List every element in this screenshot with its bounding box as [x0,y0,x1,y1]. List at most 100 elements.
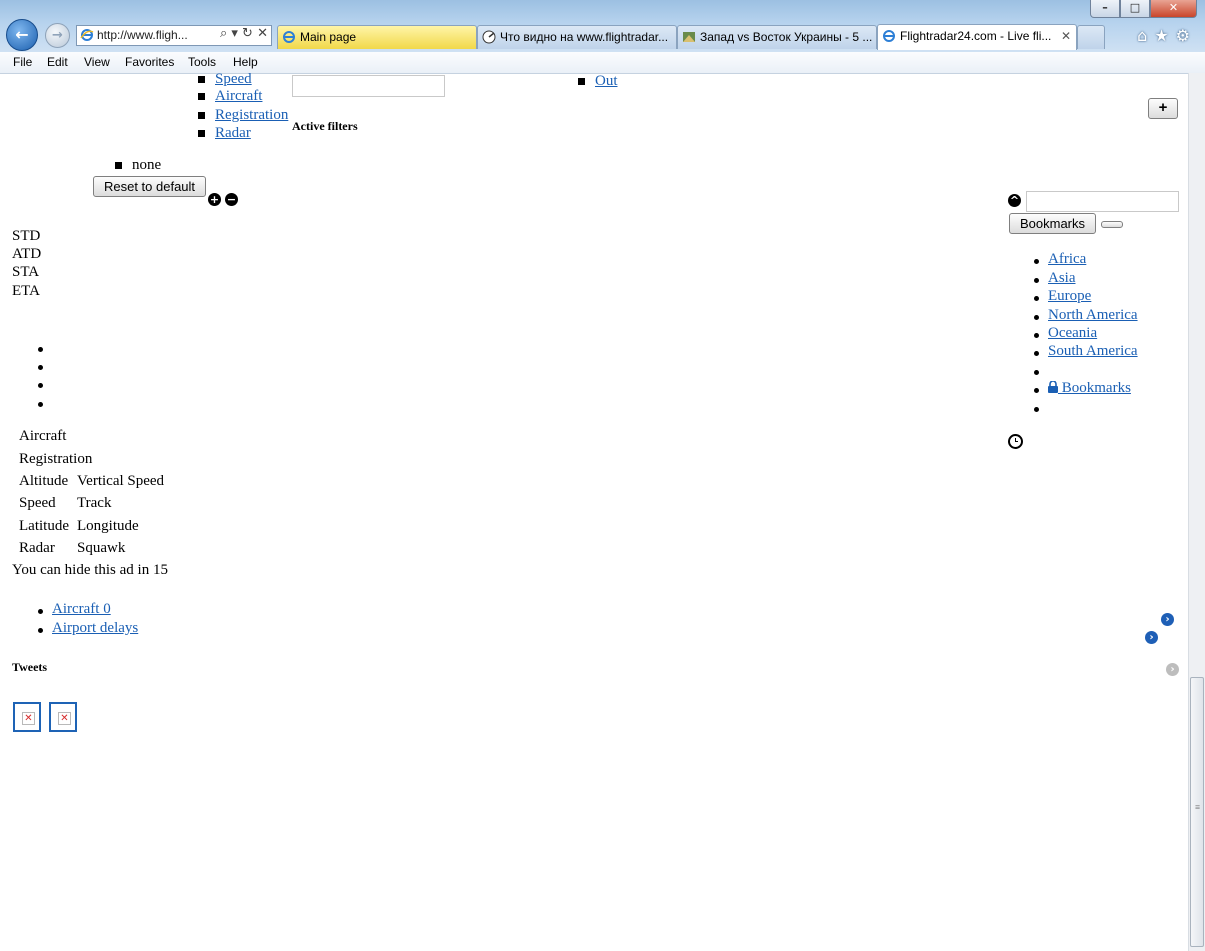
region-link-north-america[interactable]: North America [1048,307,1138,324]
menu-edit[interactable]: Edit [47,55,68,69]
region-link-africa[interactable]: Africa [1048,251,1086,268]
broken-image-icon: ✕ [58,712,71,725]
tab-close-icon[interactable]: ✕ [1061,25,1071,48]
locked-bookmarks-link[interactable]: Bookmarks [1048,380,1131,397]
address-bar[interactable]: http://www.fligh... ⌕ ▾ ↻ ✕ [76,25,272,46]
out-link[interactable]: Out [595,73,618,89]
chevron-right-disabled-icon[interactable]: › [1166,663,1179,676]
filter-link-radar[interactable]: Radar [215,125,251,141]
vertical-scrollbar[interactable]: ≡ [1188,73,1205,951]
tab-ukraine-article[interactable]: Запад vs Восток Украины - 5 ... [677,25,877,49]
empty-list-item [38,341,43,358]
field-squawk-label: Squawk [77,540,126,556]
filter-item-speed: Speed [198,71,252,88]
menu-file[interactable]: File [13,55,32,69]
broken-image-icon: ✕ [22,712,35,725]
scrollbar-thumb[interactable]: ≡ [1190,677,1204,947]
browser-toolbar-icons: ⌂★⚙ [1137,26,1197,45]
region-link-asia[interactable]: Asia [1048,270,1076,287]
aircraft-count-link[interactable]: Aircraft 0 [52,601,111,618]
label-std: STD [12,228,41,244]
region-link-europe[interactable]: Europe [1048,288,1091,305]
broken-image[interactable]: ✕ [49,702,77,732]
region-link-south-america[interactable]: South America [1048,343,1138,360]
menu-favorites[interactable]: Favorites [125,55,174,69]
browser-chrome: – □ ✕ ← → http://www.fligh... ⌕ ▾ ↻ ✕ Ma… [0,0,1205,53]
empty-list-item [38,359,43,376]
settings-gear-icon[interactable]: ⚙ [1176,26,1197,45]
back-button[interactable]: ← [6,19,38,51]
menu-tools[interactable]: Tools [188,55,216,69]
lock-icon [1048,380,1058,393]
field-speed-label: Speed [19,495,56,511]
field-altitude-label: Altitude [19,473,69,489]
field-vertical-speed-label: Vertical Speed [77,473,165,489]
collapse-up-icon[interactable]: ^ [1008,194,1021,207]
close-window-button[interactable]: ✕ [1150,0,1197,18]
field-longitude-label: Longitude [77,518,139,534]
minimize-button[interactable]: – [1090,0,1120,18]
filter-item-aircraft: Aircraft [198,88,262,105]
zoom-out-icon[interactable]: − [225,193,238,206]
field-aircraft-label: Aircraft [19,428,67,444]
field-registration-label: Registration [19,451,93,467]
forward-button[interactable]: → [45,23,70,48]
ie-page-icon [883,29,895,42]
out-item: Out [578,73,618,90]
plus-icon: + [1158,99,1168,116]
back-arrow-icon: ← [15,25,29,44]
bookmarks-button[interactable]: Bookmarks [1009,213,1096,234]
scrollbar-grip-icon: ≡ [1195,802,1201,812]
tab-main-page[interactable]: Main page [277,25,477,49]
field-latitude-label: Latitude [19,518,69,534]
address-tools: ⌕ ▾ ↻ ✕ [220,26,268,41]
filter-search-input[interactable] [292,75,445,97]
bookmarks-search-input[interactable] [1026,191,1179,212]
menu-view[interactable]: View [84,55,110,69]
search-icon[interactable]: ⌕ [220,26,227,41]
filter-link-aircraft[interactable]: Aircraft [215,88,262,104]
radar-page-icon [482,30,496,44]
active-filters-heading: Active filters [292,119,358,133]
empty-list-item [38,377,43,394]
map-page-icon [683,31,695,42]
zoom-in-icon[interactable]: + [208,193,221,206]
forward-arrow-icon: → [52,28,63,43]
chevron-right-icon[interactable]: › [1145,631,1158,644]
tweets-heading: Tweets [12,660,48,674]
ad-countdown-notice: You can hide this ad in 15 [12,562,168,578]
stop-icon[interactable]: ✕ [257,26,268,41]
field-radar-label: Radar [19,540,55,556]
reset-to-default-button[interactable]: Reset to default [93,176,206,197]
active-filter-none: none [132,157,162,173]
airport-delays-link[interactable]: Airport delays [52,620,138,637]
broken-image[interactable]: ✕ [13,702,41,732]
filter-link-registration[interactable]: Registration [215,107,288,123]
clock-icon[interactable] [1008,434,1023,449]
ie-page-icon [283,30,295,43]
home-icon[interactable]: ⌂ [1137,26,1154,45]
ie-logo-icon [80,29,94,41]
field-track-label: Track [77,495,112,511]
dropdown-icon[interactable]: ▾ [231,26,238,41]
refresh-icon[interactable]: ↻ [242,26,253,41]
label-atd: ATD [12,246,42,262]
region-link-oceania[interactable]: Oceania [1048,325,1097,342]
tab-flightradar24-active[interactable]: Flightradar24.com - Live fli... ✕ [877,24,1077,50]
menu-bar: File Edit View Favorites Tools Help [0,52,1205,74]
chevron-right-icon[interactable]: › [1161,613,1174,626]
active-filter-item: none [115,157,161,174]
filter-item-radar: Radar [198,125,251,142]
label-sta: STA [12,264,40,280]
menu-help[interactable]: Help [233,55,258,69]
address-text: http://www.fligh... [97,28,188,42]
favorites-star-icon[interactable]: ★ [1154,26,1175,45]
window-controls: – □ ✕ [1090,0,1197,18]
maximize-button[interactable]: □ [1120,0,1150,18]
label-eta: ETA [12,283,40,299]
expand-panel-button[interactable]: + [1148,98,1178,119]
filter-link-speed[interactable]: Speed [215,71,252,87]
tab-flightradar-article[interactable]: Что видно на www.flightradar... [477,25,677,49]
new-tab-button[interactable] [1077,25,1105,49]
empty-small-button[interactable] [1101,221,1123,228]
